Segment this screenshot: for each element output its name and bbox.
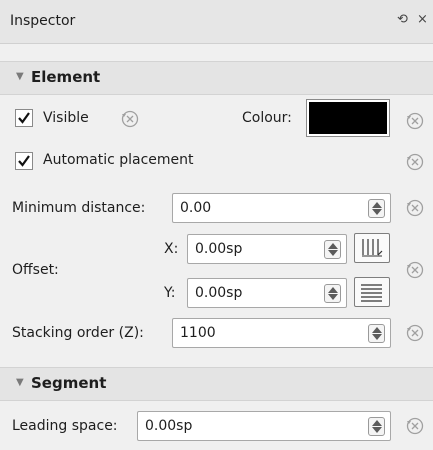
inspector-titlebar: Inspector ⟲ ×: [0, 0, 433, 44]
checkmark-icon: [18, 155, 30, 167]
spin-arrows-icon[interactable]: [324, 284, 341, 303]
leading-space-label: Leading space:: [12, 418, 118, 434]
minimum-distance-label: Minimum distance:: [12, 200, 146, 216]
reset-leading-space-icon[interactable]: [404, 415, 426, 437]
colour-picker[interactable]: [306, 99, 390, 137]
leading-space-value: 0.00sp: [145, 418, 193, 434]
offset-label: Offset:: [12, 262, 59, 278]
offset-y-spinbox[interactable]: 0.00sp: [187, 278, 347, 308]
offset-x-value: 0.00sp: [195, 241, 243, 257]
offset-y-label: Y:: [164, 285, 176, 301]
automatic-placement-checkbox[interactable]: [15, 152, 33, 170]
snap-to-grid-vertical-icon[interactable]: [354, 277, 390, 307]
expand-arrow-icon: ▼: [16, 71, 24, 82]
colour-label: Colour:: [242, 110, 292, 126]
expand-arrow-icon: ▼: [16, 377, 24, 388]
spin-arrows-icon[interactable]: [324, 240, 341, 259]
reset-colour-icon[interactable]: [404, 110, 426, 132]
spin-arrows-icon[interactable]: [368, 199, 385, 218]
float-panel-icon[interactable]: ⟲: [397, 12, 408, 27]
close-panel-icon[interactable]: ×: [417, 12, 428, 27]
stacking-order-spinbox[interactable]: 1100: [172, 318, 391, 348]
reset-stacking-order-icon[interactable]: [404, 322, 426, 344]
checkmark-icon: [18, 112, 30, 124]
section-title-segment: Segment: [31, 374, 107, 392]
minimum-distance-spinbox[interactable]: 0.00: [172, 193, 391, 223]
offset-x-spinbox[interactable]: 0.00sp: [187, 234, 347, 264]
section-title-element: Element: [31, 68, 101, 86]
offset-y-value: 0.00sp: [195, 285, 243, 301]
section-header-element[interactable]: ▼ Element: [0, 61, 433, 95]
snap-to-grid-horizontal-icon[interactable]: [354, 233, 390, 263]
reset-minimum-distance-icon[interactable]: [404, 197, 426, 219]
panel-title: Inspector: [10, 13, 76, 29]
reset-automatic-placement-icon[interactable]: [404, 151, 426, 173]
stacking-order-label: Stacking order (Z):: [12, 325, 144, 341]
leading-space-spinbox[interactable]: 0.00sp: [137, 411, 391, 441]
minimum-distance-value: 0.00: [180, 200, 212, 216]
offset-x-label: X:: [164, 241, 179, 257]
spin-arrows-icon[interactable]: [368, 324, 385, 343]
colour-swatch: [309, 102, 387, 134]
stacking-order-value: 1100: [180, 325, 216, 341]
reset-offset-icon[interactable]: [404, 259, 426, 281]
reset-visible-icon[interactable]: [119, 108, 141, 130]
visible-label: Visible: [43, 110, 89, 126]
automatic-placement-label: Automatic placement: [43, 152, 194, 168]
spin-arrows-icon[interactable]: [368, 417, 385, 436]
visible-checkbox[interactable]: [15, 109, 33, 127]
section-header-segment[interactable]: ▼ Segment: [0, 367, 433, 401]
